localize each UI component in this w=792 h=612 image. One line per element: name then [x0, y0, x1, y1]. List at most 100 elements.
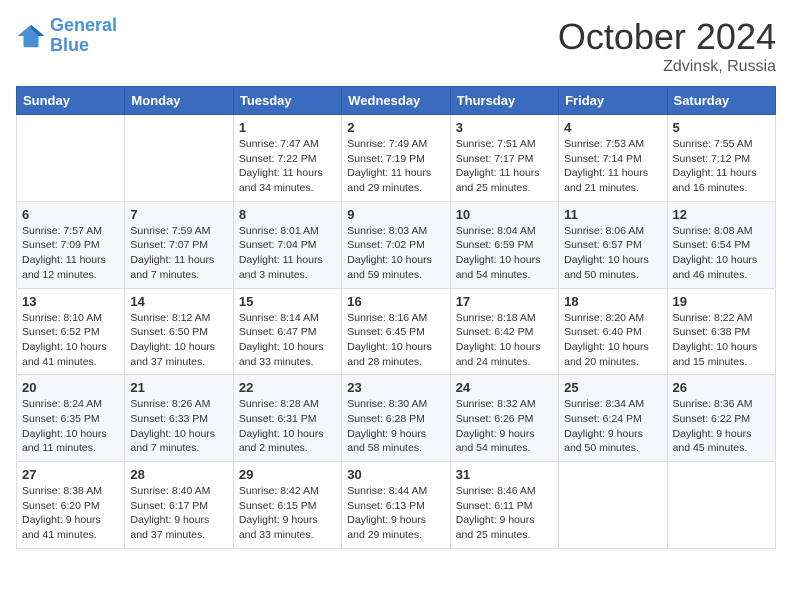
calendar-cell — [559, 462, 667, 549]
day-number: 24 — [456, 380, 553, 395]
day-info: Sunrise: 8:26 AM Sunset: 6:33 PM Dayligh… — [130, 397, 227, 456]
calendar-cell: 5Sunrise: 7:55 AM Sunset: 7:12 PM Daylig… — [667, 115, 775, 202]
day-number: 16 — [347, 294, 444, 309]
calendar-cell: 24 Sunrise: 8:32 AM Sunset: 6:26 PM Dayli… — [450, 375, 558, 462]
day-number: 8 — [239, 207, 336, 222]
day-info: Sunrise: 8:03 AM Sunset: 7:02 PM Dayligh… — [347, 224, 444, 283]
calendar-week-row: 6 Sunrise: 7:57 AM Sunset: 7:09 PM Daylig… — [17, 201, 776, 288]
day-info: Sunrise: 8:32 AM Sunset: 6:26 PM Dayligh… — [456, 397, 553, 456]
calendar-cell: 9 Sunrise: 8:03 AM Sunset: 7:02 PM Daylig… — [342, 201, 450, 288]
calendar-cell — [667, 462, 775, 549]
day-info: Sunrise: 8:40 AM Sunset: 6:17 PM Dayligh… — [130, 484, 227, 543]
calendar-cell: 29Sunrise: 8:42 AM Sunset: 6:15 PM Dayli… — [233, 462, 341, 549]
calendar-cell: 17 Sunrise: 8:18 AM Sunset: 6:42 PM Dayli… — [450, 288, 558, 375]
title-block: October 2024 Zdvinsk, Russia — [558, 16, 776, 76]
calendar-cell: 22 Sunrise: 8:28 AM Sunset: 6:31 PM Dayli… — [233, 375, 341, 462]
day-number: 7 — [130, 207, 227, 222]
day-number: 21 — [130, 380, 227, 395]
calendar-cell: 20 Sunrise: 8:24 AM Sunset: 6:35 PM Dayli… — [17, 375, 125, 462]
day-number: 12 — [673, 207, 770, 222]
day-number: 14 — [130, 294, 227, 309]
logo-icon — [16, 21, 46, 51]
calendar-week-row: 13Sunrise: 8:10 AM Sunset: 6:52 PM Dayli… — [17, 288, 776, 375]
calendar-cell: 25 Sunrise: 8:34 AM Sunset: 6:24 PM Dayli… — [559, 375, 667, 462]
day-number: 19 — [673, 294, 770, 309]
day-info: Sunrise: 7:57 AM Sunset: 7:09 PM Dayligh… — [22, 224, 119, 283]
day-info: Sunrise: 8:24 AM Sunset: 6:35 PM Dayligh… — [22, 397, 119, 456]
day-number: 1 — [239, 120, 336, 135]
day-number: 30 — [347, 467, 444, 482]
calendar-cell — [125, 115, 233, 202]
day-number: 9 — [347, 207, 444, 222]
day-number: 25 — [564, 380, 661, 395]
day-info: Sunrise: 7:59 AM Sunset: 7:07 PM Dayligh… — [130, 224, 227, 283]
calendar-week-row: 20 Sunrise: 8:24 AM Sunset: 6:35 PM Dayli… — [17, 375, 776, 462]
day-info: Sunrise: 8:01 AM Sunset: 7:04 PM Dayligh… — [239, 224, 336, 283]
day-info: Sunrise: 8:08 AM Sunset: 6:54 PM Dayligh… — [673, 224, 770, 283]
day-number: 22 — [239, 380, 336, 395]
day-number: 27 — [22, 467, 119, 482]
calendar-cell: 15Sunrise: 8:14 AM Sunset: 6:47 PM Dayli… — [233, 288, 341, 375]
calendar-cell: 2 Sunrise: 7:49 AM Sunset: 7:19 PM Daylig… — [342, 115, 450, 202]
day-info: Sunrise: 8:34 AM Sunset: 6:24 PM Dayligh… — [564, 397, 661, 456]
day-info: Sunrise: 8:38 AM Sunset: 6:20 PM Dayligh… — [22, 484, 119, 543]
day-number: 10 — [456, 207, 553, 222]
calendar-header-row: SundayMondayTuesdayWednesdayThursdayFrid… — [17, 87, 776, 115]
day-info: Sunrise: 8:16 AM Sunset: 6:45 PM Dayligh… — [347, 311, 444, 370]
day-number: 15 — [239, 294, 336, 309]
calendar-cell: 8 Sunrise: 8:01 AM Sunset: 7:04 PM Daylig… — [233, 201, 341, 288]
day-number: 31 — [456, 467, 553, 482]
calendar-week-row: 27 Sunrise: 8:38 AM Sunset: 6:20 PM Dayli… — [17, 462, 776, 549]
calendar-cell: 7 Sunrise: 7:59 AM Sunset: 7:07 PM Daylig… — [125, 201, 233, 288]
calendar-body: 1 Sunrise: 7:47 AM Sunset: 7:22 PM Daylig… — [17, 115, 776, 549]
day-of-week-header: Thursday — [450, 87, 558, 115]
day-info: Sunrise: 8:06 AM Sunset: 6:57 PM Dayligh… — [564, 224, 661, 283]
calendar-cell: 18 Sunrise: 8:20 AM Sunset: 6:40 PM Dayli… — [559, 288, 667, 375]
location-subtitle: Zdvinsk, Russia — [558, 58, 776, 76]
calendar-cell: 10 Sunrise: 8:04 AM Sunset: 6:59 PM Dayli… — [450, 201, 558, 288]
day-info: Sunrise: 8:44 AM Sunset: 6:13 PM Dayligh… — [347, 484, 444, 543]
day-number: 17 — [456, 294, 553, 309]
day-number: 20 — [22, 380, 119, 395]
day-info: Sunrise: 8:10 AM Sunset: 6:52 PM Dayligh… — [22, 311, 119, 370]
calendar-cell: 6 Sunrise: 7:57 AM Sunset: 7:09 PM Daylig… — [17, 201, 125, 288]
calendar-cell: 16 Sunrise: 8:16 AM Sunset: 6:45 PM Dayli… — [342, 288, 450, 375]
day-of-week-header: Friday — [559, 87, 667, 115]
page-header: General Blue October 2024 Zdvinsk, Russi… — [16, 16, 776, 76]
day-info: Sunrise: 8:36 AM Sunset: 6:22 PM Dayligh… — [673, 397, 770, 456]
calendar-cell — [17, 115, 125, 202]
logo-text: General Blue — [50, 16, 117, 56]
calendar-cell: 27 Sunrise: 8:38 AM Sunset: 6:20 PM Dayli… — [17, 462, 125, 549]
day-number: 28 — [130, 467, 227, 482]
calendar-cell: 26 Sunrise: 8:36 AM Sunset: 6:22 PM Dayli… — [667, 375, 775, 462]
calendar-week-row: 1 Sunrise: 7:47 AM Sunset: 7:22 PM Daylig… — [17, 115, 776, 202]
calendar-cell: 4 Sunrise: 7:53 AM Sunset: 7:14 PM Daylig… — [559, 115, 667, 202]
day-number: 2 — [347, 120, 444, 135]
day-info: Sunrise: 7:51 AM Sunset: 7:17 PM Dayligh… — [456, 137, 553, 196]
day-of-week-header: Monday — [125, 87, 233, 115]
calendar-cell: 3Sunrise: 7:51 AM Sunset: 7:17 PM Daylig… — [450, 115, 558, 202]
day-info: Sunrise: 8:28 AM Sunset: 6:31 PM Dayligh… — [239, 397, 336, 456]
day-info: Sunrise: 8:20 AM Sunset: 6:40 PM Dayligh… — [564, 311, 661, 370]
day-info: Sunrise: 8:22 AM Sunset: 6:38 PM Dayligh… — [673, 311, 770, 370]
day-info: Sunrise: 8:42 AM Sunset: 6:15 PM Dayligh… — [239, 484, 336, 543]
day-number: 6 — [22, 207, 119, 222]
calendar-cell: 11Sunrise: 8:06 AM Sunset: 6:57 PM Dayli… — [559, 201, 667, 288]
calendar-cell: 14Sunrise: 8:12 AM Sunset: 6:50 PM Dayli… — [125, 288, 233, 375]
day-number: 4 — [564, 120, 661, 135]
day-info: Sunrise: 7:47 AM Sunset: 7:22 PM Dayligh… — [239, 137, 336, 196]
day-number: 23 — [347, 380, 444, 395]
day-info: Sunrise: 8:18 AM Sunset: 6:42 PM Dayligh… — [456, 311, 553, 370]
day-number: 5 — [673, 120, 770, 135]
logo: General Blue — [16, 16, 117, 56]
calendar-cell: 21 Sunrise: 8:26 AM Sunset: 6:33 PM Dayli… — [125, 375, 233, 462]
day-of-week-header: Tuesday — [233, 87, 341, 115]
calendar-cell: 13Sunrise: 8:10 AM Sunset: 6:52 PM Dayli… — [17, 288, 125, 375]
day-info: Sunrise: 8:04 AM Sunset: 6:59 PM Dayligh… — [456, 224, 553, 283]
day-info: Sunrise: 7:53 AM Sunset: 7:14 PM Dayligh… — [564, 137, 661, 196]
day-of-week-header: Sunday — [17, 87, 125, 115]
day-number: 18 — [564, 294, 661, 309]
calendar-cell: 23Sunrise: 8:30 AM Sunset: 6:28 PM Dayli… — [342, 375, 450, 462]
day-number: 26 — [673, 380, 770, 395]
day-info: Sunrise: 7:49 AM Sunset: 7:19 PM Dayligh… — [347, 137, 444, 196]
